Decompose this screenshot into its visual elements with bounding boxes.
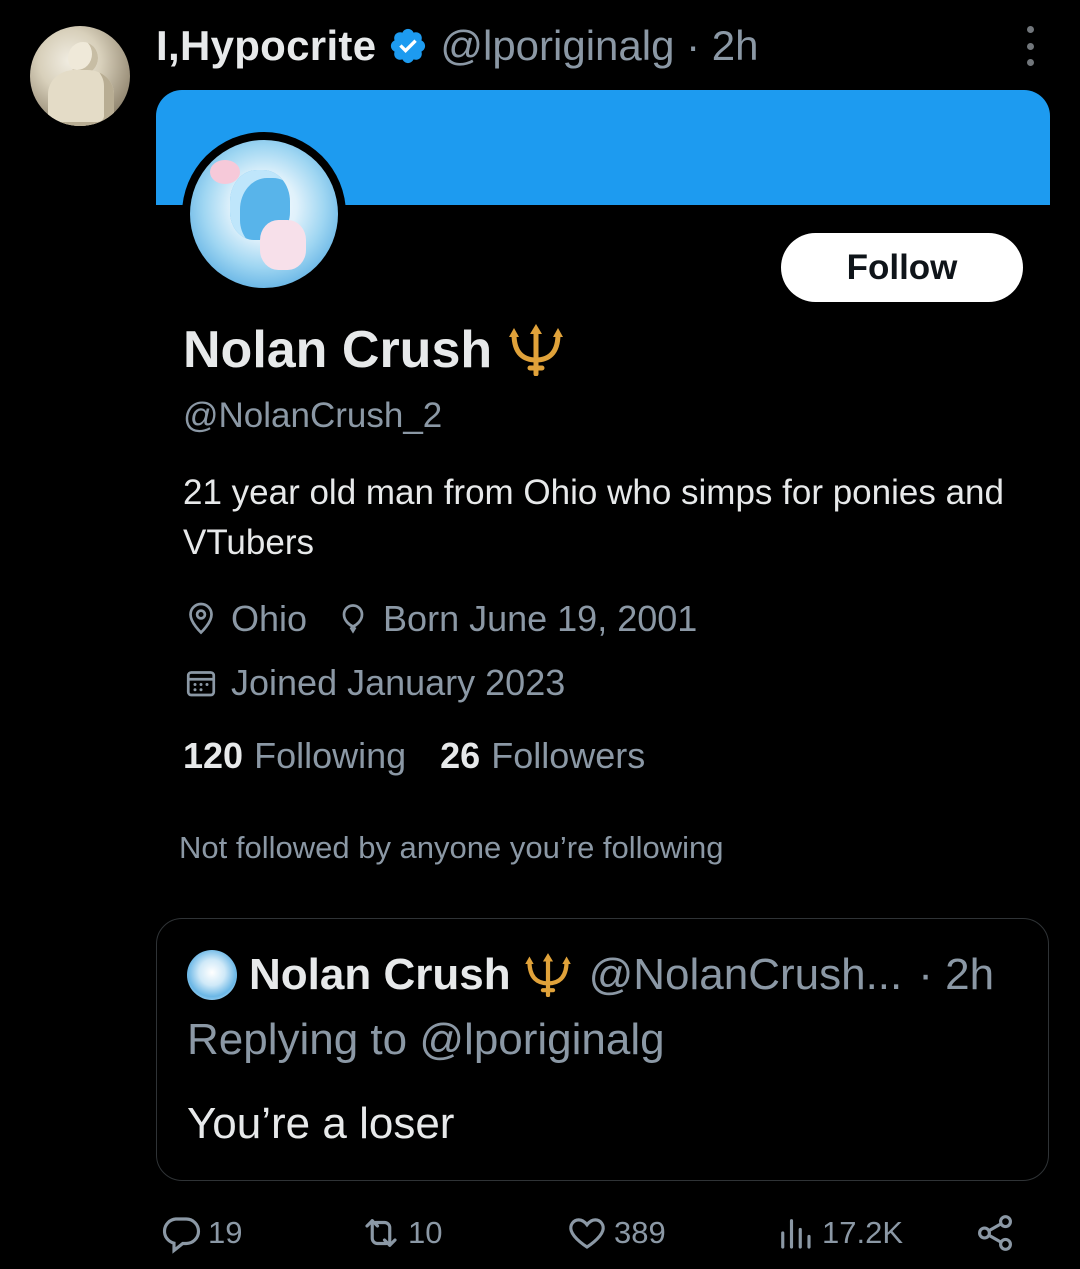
- author-avatar[interactable]: [30, 26, 130, 126]
- profile-stats: 120 Following 26 Followers: [183, 735, 645, 777]
- following-stat[interactable]: 120 Following: [183, 735, 406, 777]
- quoted-tweet-time[interactable]: · 2h: [918, 950, 994, 1000]
- replying-to-prefix: Replying to: [187, 1015, 408, 1064]
- repost-button[interactable]: 10: [360, 1208, 442, 1258]
- profile-handle: @NolanCrush_2: [183, 396, 443, 435]
- tweet-actions: 19 10 389 17.2K: [156, 1208, 1050, 1258]
- profile-joined: Joined January 2023: [231, 662, 566, 703]
- analytics-icon: [781, 1219, 811, 1249]
- reply-count: 19: [208, 1215, 243, 1250]
- trident-emoji-icon: [504, 324, 568, 377]
- share-button[interactable]: [974, 1208, 1016, 1258]
- quoted-tweet-header: Nolan Crush @NolanCrush... · 2h: [187, 949, 994, 1001]
- profile-name-row: Nolan Crush: [183, 320, 568, 380]
- profile-meta-row: Ohio Born June 19, 2001: [183, 596, 697, 642]
- calendar-icon: [183, 665, 219, 701]
- repost-icon: [365, 1219, 397, 1247]
- followers-label: Followers: [491, 735, 646, 776]
- profile-birthday: Born June 19, 2001: [383, 598, 698, 639]
- dot-icon: [1026, 59, 1034, 66]
- heart-icon: [569, 1218, 605, 1249]
- like-button[interactable]: 389: [566, 1208, 666, 1258]
- follow-button[interactable]: Follow: [781, 233, 1023, 302]
- followers-count: 26: [440, 735, 481, 776]
- profile-avatar-image: [190, 140, 338, 288]
- avatar-art-pony: [260, 220, 306, 270]
- verified-badge-icon: [388, 26, 428, 66]
- more-options-icon[interactable]: [1014, 26, 1046, 66]
- dot-icon: [1026, 26, 1034, 33]
- tweet-header: I,Hypocrite @lporiginalg · 2h: [156, 20, 759, 72]
- profile-avatar[interactable]: [182, 132, 346, 296]
- trident-emoji-icon: [521, 953, 575, 998]
- following-count: 120: [183, 735, 244, 776]
- quoted-author-handle[interactable]: @NolanCrush...: [589, 950, 903, 1000]
- share-icon: [978, 1215, 1012, 1251]
- quoted-tweet-text: You’re a loser: [187, 1099, 455, 1148]
- repost-count: 10: [408, 1215, 443, 1250]
- quoted-author-avatar[interactable]: [187, 950, 237, 1000]
- following-label: Following: [254, 735, 407, 776]
- author-display-name[interactable]: I,Hypocrite: [156, 22, 376, 70]
- replying-to-line: Replying to @lporiginalg: [187, 1015, 665, 1065]
- reply-icon: [162, 1217, 201, 1254]
- quoted-author-name[interactable]: Nolan Crush: [249, 950, 511, 1000]
- profile-location: Ohio: [231, 598, 308, 639]
- like-count: 389: [614, 1215, 666, 1250]
- quoted-tweet[interactable]: Nolan Crush @NolanCrush... · 2h Replying…: [156, 918, 1049, 1181]
- profile-name: Nolan Crush: [183, 321, 493, 379]
- balloon-icon: [335, 601, 371, 637]
- profile-card[interactable]: Follow Nolan Crush @NolanCrush_2 21 year…: [156, 90, 1050, 890]
- followers-stat[interactable]: 26 Followers: [440, 735, 645, 777]
- views-button[interactable]: 17.2K: [774, 1208, 903, 1258]
- location-icon: [183, 601, 219, 637]
- profile-meta-row: Joined January 2023: [183, 660, 565, 706]
- reply-button[interactable]: 19: [160, 1208, 242, 1258]
- view-count: 17.2K: [822, 1215, 904, 1250]
- profile-bio: 21 year old man from Ohio who simps for …: [183, 473, 1004, 562]
- dot-icon: [1026, 42, 1034, 50]
- author-handle-time[interactable]: @lporiginalg · 2h: [440, 22, 758, 70]
- replying-to-mention[interactable]: @lporiginalg: [419, 1015, 664, 1064]
- avatar-statue-body: [48, 70, 114, 126]
- not-followed-note: Not followed by anyone you’re following: [179, 830, 724, 865]
